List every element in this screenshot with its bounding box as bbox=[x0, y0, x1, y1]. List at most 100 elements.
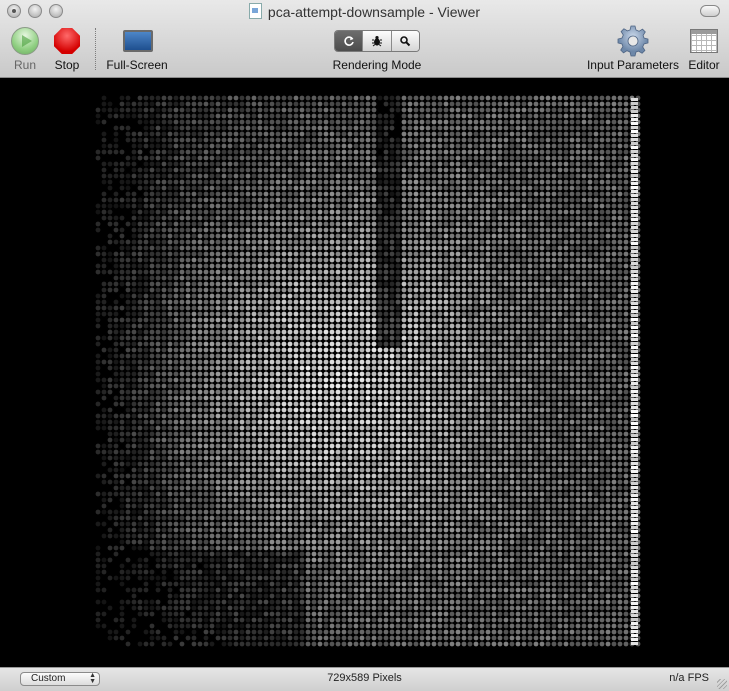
image-dot bbox=[593, 245, 599, 251]
image-dot bbox=[569, 365, 575, 371]
image-dot bbox=[203, 353, 209, 359]
image-dot bbox=[185, 179, 191, 185]
image-dot bbox=[581, 197, 587, 203]
image-dot bbox=[551, 161, 557, 167]
image-dot bbox=[605, 119, 611, 125]
image-dot bbox=[593, 185, 599, 191]
image-dot bbox=[479, 323, 485, 329]
image-dot bbox=[311, 149, 317, 155]
image-dot bbox=[377, 383, 383, 389]
image-dot bbox=[353, 377, 359, 383]
image-dot bbox=[209, 191, 215, 197]
image-dot bbox=[251, 155, 257, 161]
image-dot bbox=[143, 119, 149, 125]
image-dot bbox=[455, 179, 461, 185]
image-dot bbox=[311, 107, 317, 113]
image-dot bbox=[173, 113, 179, 119]
image-dot bbox=[437, 215, 443, 221]
image-dot bbox=[545, 401, 551, 407]
image-dot bbox=[425, 215, 431, 221]
image-dot bbox=[521, 257, 527, 263]
image-dot bbox=[131, 341, 137, 347]
image-dot bbox=[389, 419, 395, 425]
image-dot bbox=[353, 389, 359, 395]
image-dot bbox=[467, 293, 473, 299]
image-dot bbox=[587, 305, 593, 311]
image-dot bbox=[287, 389, 293, 395]
fullscreen-button[interactable]: Full-Screen bbox=[104, 27, 170, 73]
image-dot bbox=[413, 191, 419, 197]
image-dot bbox=[143, 311, 149, 317]
image-dot bbox=[401, 383, 407, 389]
image-dot bbox=[113, 311, 119, 317]
image-dot bbox=[173, 341, 179, 347]
toolbar-toggle-button[interactable] bbox=[700, 5, 720, 17]
image-dot bbox=[269, 149, 275, 155]
input-parameters-button[interactable]: Input Parameters bbox=[586, 25, 680, 73]
image-dot bbox=[617, 239, 623, 245]
image-dot bbox=[587, 299, 593, 305]
image-dot bbox=[293, 371, 299, 377]
image-dot bbox=[353, 161, 359, 167]
window-title-area: pca-attempt-downsample - Viewer bbox=[0, 3, 729, 20]
image-dot bbox=[407, 353, 413, 359]
image-dot bbox=[545, 305, 551, 311]
image-dot bbox=[107, 287, 113, 293]
image-dot bbox=[95, 245, 101, 251]
refresh-icon[interactable] bbox=[335, 31, 363, 51]
image-dot bbox=[305, 383, 311, 389]
image-dot bbox=[173, 407, 179, 413]
image-dot bbox=[113, 383, 119, 389]
render-viewport[interactable] bbox=[0, 78, 729, 667]
image-dot bbox=[251, 383, 257, 389]
image-dot bbox=[539, 197, 545, 203]
image-dot bbox=[587, 275, 593, 281]
image-dot bbox=[503, 299, 509, 305]
image-dot bbox=[557, 143, 563, 149]
image-dot bbox=[371, 119, 377, 125]
image-dot bbox=[347, 155, 353, 161]
editor-button[interactable]: Editor bbox=[684, 25, 724, 73]
image-dot bbox=[581, 101, 587, 107]
image-dot bbox=[449, 395, 455, 401]
image-dot bbox=[533, 107, 539, 113]
image-dot bbox=[359, 185, 365, 191]
image-dot bbox=[209, 215, 215, 221]
image-dot bbox=[347, 263, 353, 269]
image-dot bbox=[143, 179, 149, 185]
image-dot bbox=[611, 323, 617, 329]
image-dot bbox=[179, 125, 185, 131]
image-dot bbox=[227, 263, 233, 269]
bug-icon[interactable] bbox=[362, 31, 391, 51]
image-dot bbox=[443, 329, 449, 335]
image-dot bbox=[443, 257, 449, 263]
image-dot bbox=[239, 299, 245, 305]
image-dot bbox=[347, 389, 353, 395]
image-dot bbox=[185, 407, 191, 413]
image-dot bbox=[245, 131, 251, 137]
image-dot bbox=[575, 239, 581, 245]
image-dot bbox=[407, 263, 413, 269]
image-dot bbox=[269, 263, 275, 269]
image-dot bbox=[203, 293, 209, 299]
stop-button[interactable]: Stop bbox=[47, 27, 87, 73]
image-dot bbox=[623, 305, 629, 311]
image-dot bbox=[311, 101, 317, 107]
image-dot bbox=[599, 293, 605, 299]
image-dot bbox=[437, 245, 443, 251]
image-dot bbox=[497, 275, 503, 281]
image-dot bbox=[191, 275, 197, 281]
image-dot bbox=[383, 209, 389, 215]
image-dot bbox=[173, 101, 179, 107]
image-dot bbox=[527, 125, 533, 131]
run-button[interactable]: Run bbox=[4, 27, 46, 73]
image-dot bbox=[233, 101, 239, 107]
image-dot bbox=[311, 191, 317, 197]
image-dot bbox=[443, 107, 449, 113]
image-dot bbox=[509, 347, 515, 353]
image-dot bbox=[479, 137, 485, 143]
magnifier-icon[interactable] bbox=[390, 31, 419, 51]
image-dot bbox=[605, 155, 611, 161]
image-dot bbox=[227, 383, 233, 389]
image-dot bbox=[149, 95, 155, 101]
